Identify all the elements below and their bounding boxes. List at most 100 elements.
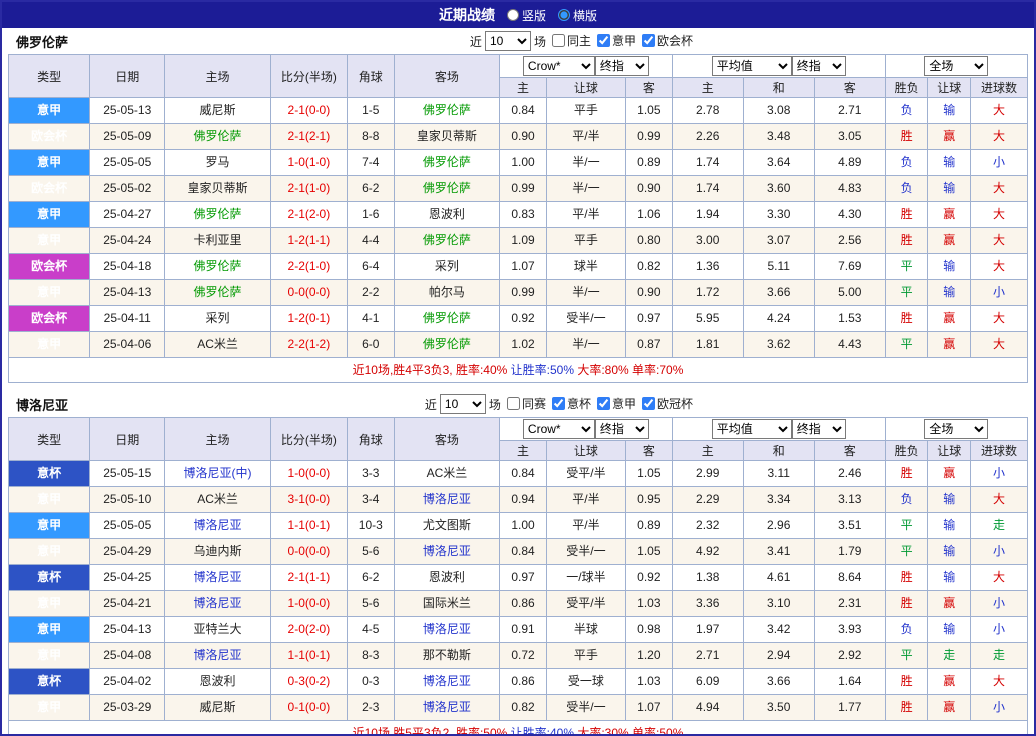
- col-header-corner: 角球: [347, 55, 394, 98]
- away-team-cell[interactable]: 尤文图斯: [394, 513, 500, 539]
- away-team-cell[interactable]: 博洛尼亚: [394, 669, 500, 695]
- home-team-cell[interactable]: 博洛尼亚: [165, 591, 271, 617]
- home-team-cell[interactable]: 佛罗伦萨: [165, 124, 271, 150]
- home-team-cell[interactable]: 威尼斯: [165, 695, 271, 721]
- away-team-cell[interactable]: AC米兰: [394, 461, 500, 487]
- away-team-cell[interactable]: 佛罗伦萨: [394, 306, 500, 332]
- goals-result-cell: 走: [971, 513, 1028, 539]
- filter-checkbox[interactable]: 欧冠杯: [642, 395, 693, 412]
- avg-away-odds-cell: 5.00: [814, 280, 885, 306]
- filter-checkbox-input[interactable]: [552, 397, 565, 410]
- filter-checkbox[interactable]: 意甲: [597, 32, 636, 49]
- home-team-cell[interactable]: 威尼斯: [165, 98, 271, 124]
- away-team-cell[interactable]: 恩波利: [394, 565, 500, 591]
- away-team-cell[interactable]: 佛罗伦萨: [394, 332, 500, 358]
- filter-checkbox[interactable]: 意甲: [597, 395, 636, 412]
- match-count-select[interactable]: 10: [440, 394, 486, 414]
- home-team-cell[interactable]: AC米兰: [165, 332, 271, 358]
- match-row: 意甲25-04-13亚特兰大2-0(2-0)4-5博洛尼亚0.91半球0.981…: [9, 617, 1028, 643]
- home-team-cell[interactable]: 佛罗伦萨: [165, 254, 271, 280]
- home-team-cell[interactable]: 恩波利: [165, 669, 271, 695]
- filter-checkbox[interactable]: 意杯: [552, 395, 591, 412]
- handicap-home-odds-cell: 0.82: [500, 695, 547, 721]
- away-team-cell[interactable]: 佛罗伦萨: [394, 176, 500, 202]
- filter-bar: 近 10 场 同赛意杯意甲欧冠杯: [425, 394, 693, 414]
- summary-text: 大率:80% 单率:70%: [574, 363, 683, 377]
- goals-result-cell: 大: [971, 176, 1028, 202]
- home-team-cell[interactable]: 佛罗伦萨: [165, 280, 271, 306]
- date-cell: 25-04-08: [90, 643, 165, 669]
- handicap-home-odds-cell: 0.72: [500, 643, 547, 669]
- scope-select[interactable]: 全场: [924, 419, 988, 439]
- bookmaker-select[interactable]: Crow*: [523, 419, 595, 439]
- horizontal-layout-radio[interactable]: [558, 9, 570, 21]
- home-team-cell[interactable]: 博洛尼亚: [165, 643, 271, 669]
- home-team-cell[interactable]: 佛罗伦萨: [165, 202, 271, 228]
- away-team-cell[interactable]: 博洛尼亚: [394, 539, 500, 565]
- home-team-cell[interactable]: 罗马: [165, 150, 271, 176]
- home-team-cell[interactable]: 亚特兰大: [165, 617, 271, 643]
- handicap-line-cell: 受半/一: [546, 695, 625, 721]
- filter-checkbox[interactable]: 欧会杯: [642, 32, 693, 49]
- away-team-cell[interactable]: 佛罗伦萨: [394, 150, 500, 176]
- competition-type-cell: 意甲: [9, 487, 90, 513]
- date-cell: 25-04-21: [90, 591, 165, 617]
- filter-checkbox-input[interactable]: [507, 397, 520, 410]
- match-row: 意杯25-04-02恩波利0-3(0-2)0-3博洛尼亚0.86受一球1.036…: [9, 669, 1028, 695]
- layout-radio-horizontal[interactable]: 横版: [558, 7, 597, 24]
- average-stage-select[interactable]: 终指: [792, 56, 846, 76]
- handicap-line-cell: 半球: [546, 617, 625, 643]
- filter-checkbox-input[interactable]: [642, 34, 655, 47]
- filter-checkbox-input[interactable]: [552, 34, 565, 47]
- filter-checkbox[interactable]: 同赛: [507, 395, 546, 412]
- home-team-cell[interactable]: 乌迪内斯: [165, 539, 271, 565]
- match-count-select[interactable]: 10: [485, 31, 531, 51]
- away-team-cell[interactable]: 皇家贝蒂斯: [394, 124, 500, 150]
- away-team-cell[interactable]: 那不勒斯: [394, 643, 500, 669]
- filter-checkbox-input[interactable]: [597, 34, 610, 47]
- home-team-cell[interactable]: 卡利亚里: [165, 228, 271, 254]
- handicap-result-cell: 输: [928, 280, 971, 306]
- col-header-goals: 进球数: [971, 78, 1028, 98]
- away-team-cell[interactable]: 佛罗伦萨: [394, 98, 500, 124]
- home-team-cell[interactable]: 皇家贝蒂斯: [165, 176, 271, 202]
- corner-cell: 4-1: [347, 306, 394, 332]
- scope-select[interactable]: 全场: [924, 56, 988, 76]
- away-team-cell[interactable]: 国际米兰: [394, 591, 500, 617]
- away-team-cell[interactable]: 帕尔马: [394, 280, 500, 306]
- competition-filters: 同主意甲欧会杯: [546, 32, 693, 50]
- avg-home-odds-cell: 2.71: [672, 643, 743, 669]
- average-select[interactable]: 平均值: [712, 56, 792, 76]
- result-cell: 平: [885, 254, 928, 280]
- away-team-cell[interactable]: 博洛尼亚: [394, 617, 500, 643]
- odds-stage-select[interactable]: 终指: [595, 419, 649, 439]
- avg-home-odds-cell: 4.92: [672, 539, 743, 565]
- filter-checkbox-input[interactable]: [642, 397, 655, 410]
- filter-checkbox[interactable]: 同主: [552, 32, 591, 49]
- vertical-layout-radio[interactable]: [507, 9, 519, 21]
- filter-checkbox-input[interactable]: [597, 397, 610, 410]
- away-team-cell[interactable]: 博洛尼亚: [394, 695, 500, 721]
- odds-stage-select[interactable]: 终指: [595, 56, 649, 76]
- average-stage-select[interactable]: 终指: [792, 419, 846, 439]
- handicap-home-odds-cell: 1.00: [500, 150, 547, 176]
- away-team-cell[interactable]: 博洛尼亚: [394, 487, 500, 513]
- away-team-cell[interactable]: 恩波利: [394, 202, 500, 228]
- home-team-cell[interactable]: 采列: [165, 306, 271, 332]
- col-header-date: 日期: [90, 418, 165, 461]
- bookmaker-select[interactable]: Crow*: [523, 56, 595, 76]
- away-team-cell[interactable]: 佛罗伦萨: [394, 228, 500, 254]
- handicap-home-odds-cell: 0.94: [500, 487, 547, 513]
- home-team-cell[interactable]: AC米兰: [165, 487, 271, 513]
- layout-radio-vertical[interactable]: 竖版: [507, 7, 546, 24]
- away-team-cell[interactable]: 采列: [394, 254, 500, 280]
- home-team-cell[interactable]: 博洛尼亚: [165, 565, 271, 591]
- home-team-cell[interactable]: 博洛尼亚(中): [165, 461, 271, 487]
- section-header: 佛罗伦萨 近 10 场 同主意甲欧会杯: [8, 28, 1028, 54]
- result-cell: 平: [885, 280, 928, 306]
- corner-cell: 5-6: [347, 539, 394, 565]
- average-select[interactable]: 平均值: [712, 419, 792, 439]
- home-team-cell[interactable]: 博洛尼亚: [165, 513, 271, 539]
- avg-away-odds-cell: 4.83: [814, 176, 885, 202]
- handicap-result-cell: 输: [928, 565, 971, 591]
